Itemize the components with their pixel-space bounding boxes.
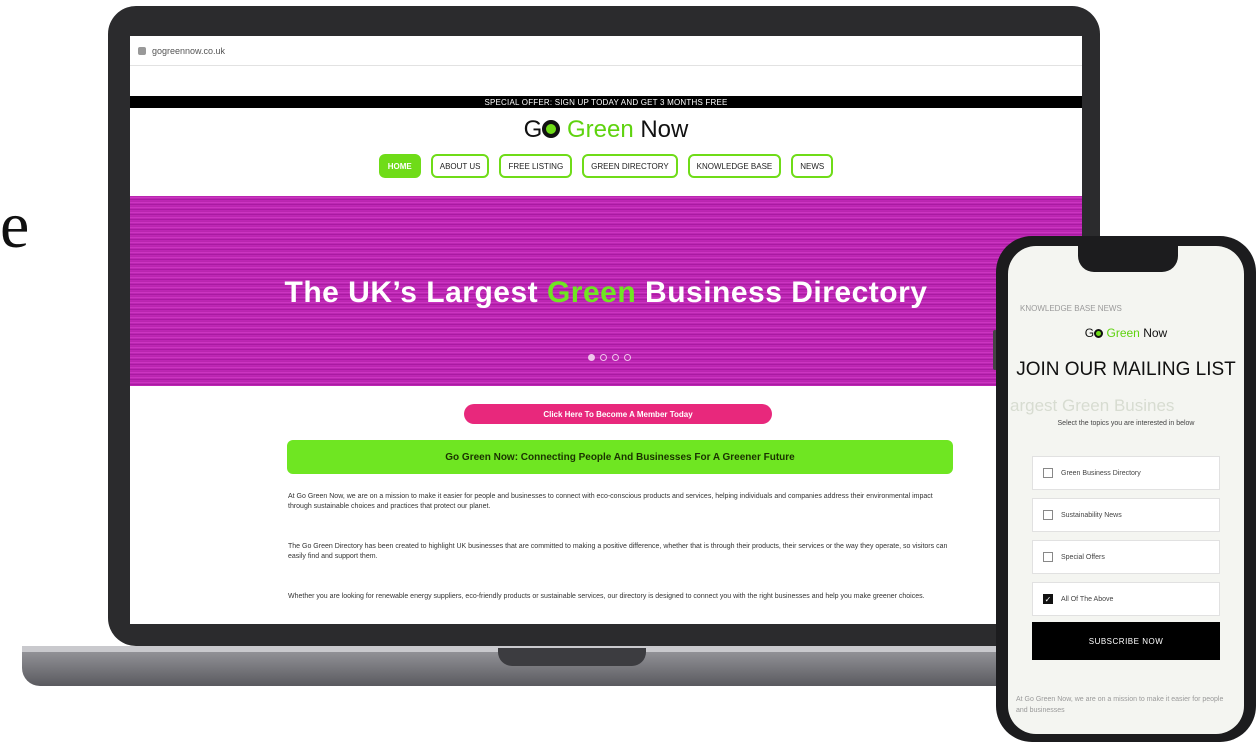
browser-url[interactable]: gogreennow.co.uk [152, 46, 225, 56]
browser-address-bar[interactable]: gogreennow.co.uk [130, 36, 1082, 66]
subscribe-button[interactable]: SUBSCRIBE NOW [1032, 622, 1220, 660]
option-label: Special Offers [1061, 553, 1105, 561]
nav-about-us[interactable]: ABOUT US [430, 154, 490, 178]
hero-title-start: The UK’s Largest [284, 276, 547, 309]
phone-logo-suffix: Now [1143, 326, 1168, 340]
stage: e gogreennow.co.uk SPECIAL OFFER: SIGN U… [0, 0, 1258, 744]
phone-screen: KNOWLEDGE BASE NEWS G Green Now argest G… [1008, 246, 1244, 734]
phone-logo-prefix: G [1084, 326, 1095, 340]
option-green-business-directory[interactable]: Green Business Directory [1032, 456, 1220, 490]
hero-banner: The UK’s Largest Green Business Director… [130, 196, 1082, 386]
carousel-dot-3[interactable] [612, 354, 619, 361]
option-label: All Of The Above [1061, 595, 1114, 603]
phone-background-text: argest Green Busines [1010, 396, 1175, 415]
phone-logo-circle-icon [1094, 329, 1104, 338]
browser-toolbar-space [130, 66, 1082, 96]
intro-paragraph-2: The Go Green Directory has been created … [288, 543, 948, 560]
option-label: Sustainability News [1061, 511, 1122, 519]
hero-title-green: Green [546, 276, 637, 309]
become-member-button[interactable]: Click Here To Become A Member Today [464, 404, 772, 424]
option-special-offers[interactable]: Special Offers [1032, 540, 1220, 574]
logo-circle-icon [542, 120, 561, 138]
phone-logo[interactable]: G Green Now [1008, 326, 1244, 340]
nav-news[interactable]: NEWS [791, 154, 834, 178]
laptop-notch [498, 648, 646, 666]
logo-suffix: Now [640, 116, 689, 143]
option-sustainability-news[interactable]: Sustainability News [1032, 498, 1220, 532]
logo-green: Green [566, 116, 634, 143]
nav-knowledge-base[interactable]: KNOWLEDGE BASE [687, 154, 782, 178]
edge-text: e [0, 189, 30, 262]
intro-paragraph-1: At Go Green Now, we are on a mission to … [288, 493, 933, 510]
site-logo[interactable]: G Green Now [130, 116, 1082, 144]
checkbox[interactable] [1043, 510, 1053, 520]
hero-title-end: Business Directory [636, 276, 928, 309]
mailing-list-title: JOIN OUR MAILING LIST [1016, 359, 1236, 380]
phone-notch [1078, 244, 1178, 272]
nav-green-directory[interactable]: GREEN DIRECTORY [582, 154, 678, 178]
logo-prefix: G [523, 116, 543, 143]
checkbox[interactable] [1043, 552, 1053, 562]
phone-logo-green: Green [1106, 326, 1140, 340]
phone-footer-text: At Go Green Now, we are on a mission to … [1016, 696, 1224, 714]
mailing-list-subtitle: Select the topics you are interested in … [1057, 420, 1195, 427]
favicon-icon [138, 46, 146, 55]
carousel-dots [588, 354, 631, 361]
nav-free-listing[interactable]: FREE LISTING [499, 154, 573, 178]
option-all-of-the-above[interactable]: ✓ All Of The Above [1032, 582, 1220, 616]
option-label: Green Business Directory [1061, 469, 1141, 477]
main-nav: HOME ABOUT US FREE LISTING GREEN DIRECTO… [130, 154, 1082, 178]
checkbox-checked[interactable]: ✓ [1043, 594, 1053, 604]
carousel-dot-2[interactable] [600, 354, 607, 361]
carousel-dot-1[interactable] [588, 354, 595, 361]
laptop-screen: gogreennow.co.uk SPECIAL OFFER: SIGN UP … [130, 36, 1082, 624]
checkbox[interactable] [1043, 468, 1053, 478]
tagline-banner: Go Green Now: Connecting People And Busi… [287, 440, 953, 474]
hero-title: The UK’s Largest Green Business Director… [130, 276, 1082, 310]
nav-home[interactable]: HOME [378, 154, 421, 178]
announcement-bar[interactable]: SPECIAL OFFER: SIGN UP TODAY AND GET 3 M… [130, 96, 1082, 108]
phone-nav-text[interactable]: KNOWLEDGE BASE NEWS [1020, 304, 1122, 313]
intro-paragraph-3: Whether you are looking for renewable en… [288, 593, 925, 600]
carousel-dot-4[interactable] [624, 354, 631, 361]
